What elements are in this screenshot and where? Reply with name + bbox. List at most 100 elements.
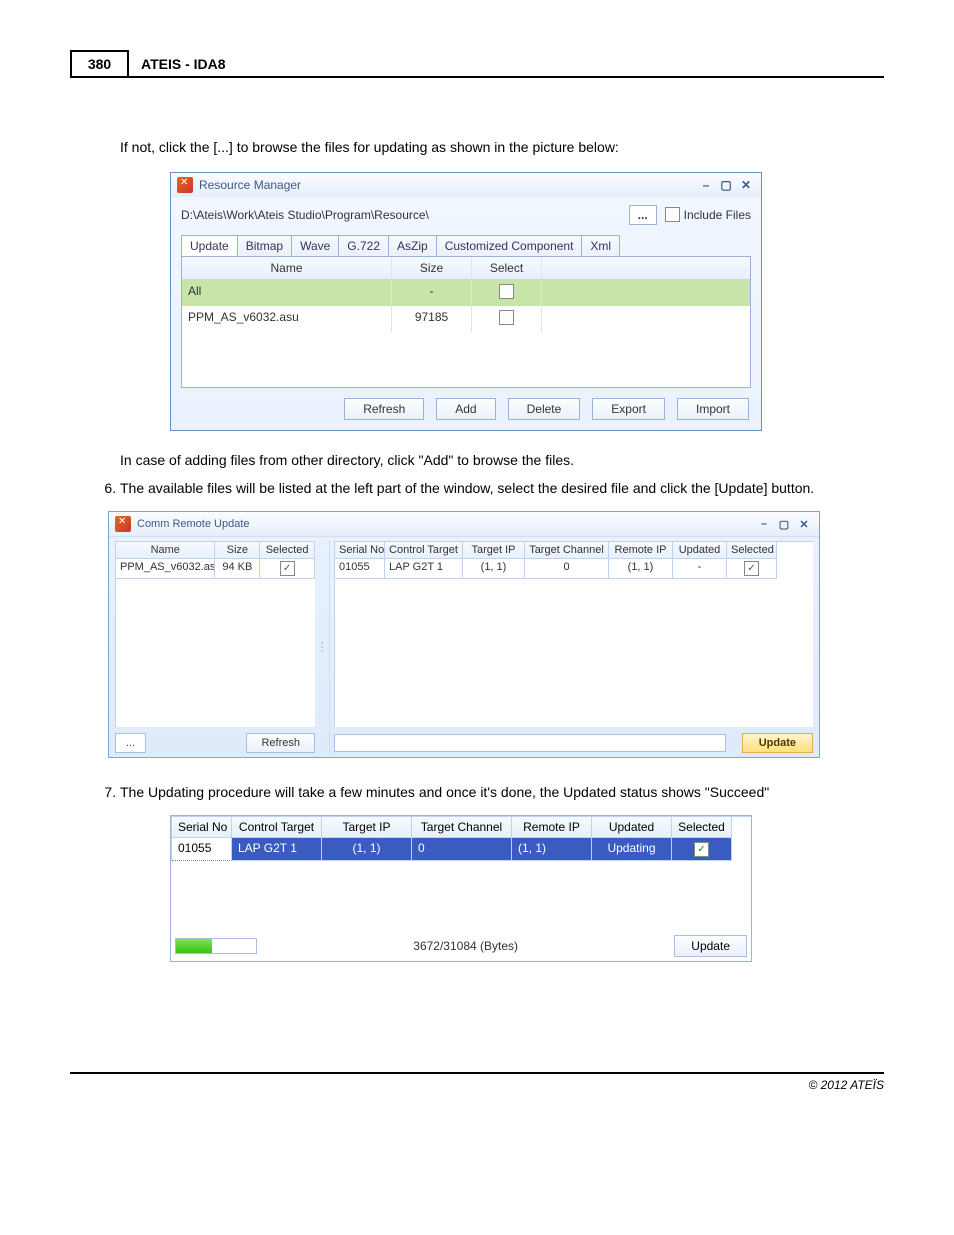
paragraph-intro: If not, click the [...] to browse the fi… bbox=[120, 138, 864, 158]
cell-updated: - bbox=[673, 559, 727, 579]
page-footer: © 2012 ATEÏS bbox=[70, 1072, 884, 1092]
right-grid: Serial No Control Target Target IP Targe… bbox=[334, 541, 813, 727]
tab-xml[interactable]: Xml bbox=[581, 235, 620, 256]
cell-select[interactable] bbox=[472, 306, 542, 332]
checkbox-checked-icon[interactable]: ✓ bbox=[694, 842, 709, 857]
progress-bytes: 3672/31084 (Bytes) bbox=[265, 939, 666, 953]
col-name: Name bbox=[182, 257, 392, 279]
progress-bar bbox=[175, 938, 257, 954]
cell-remote-ip: (1, 1) bbox=[609, 559, 673, 579]
progress-fill bbox=[176, 939, 212, 953]
delete-button[interactable]: Delete bbox=[508, 398, 581, 420]
col-select: Select bbox=[472, 257, 542, 279]
cell-serial: 01055 bbox=[172, 838, 232, 861]
checkbox-icon[interactable] bbox=[499, 284, 514, 299]
col-selected: Selected bbox=[260, 542, 315, 559]
update-button[interactable]: Update bbox=[674, 935, 747, 957]
cell-name: All bbox=[182, 280, 392, 306]
col-control-target: Control Target bbox=[232, 817, 322, 838]
minimize-button[interactable]: – bbox=[755, 518, 773, 530]
app-icon bbox=[177, 177, 193, 193]
add-button[interactable]: Add bbox=[436, 398, 495, 420]
grid-row[interactable]: PPM_AS_v6032.asu 97185 bbox=[182, 306, 750, 332]
cell-select[interactable] bbox=[472, 280, 542, 306]
col-target-channel: Target Channel bbox=[525, 542, 609, 559]
col-serial: Serial No bbox=[172, 817, 232, 838]
tab-customized-component[interactable]: Customized Component bbox=[436, 235, 583, 256]
cell-name: PPM_AS_v6032.asu bbox=[182, 306, 392, 332]
left-row[interactable]: PPM_AS_v6032.asu 94 KB ✓ bbox=[116, 559, 315, 579]
include-files-label: Include Files bbox=[684, 208, 751, 222]
right-row[interactable]: 01055 LAP G2T 1 (1, 1) 0 (1, 1) - ✓ bbox=[335, 559, 813, 579]
tabs: Update Bitmap Wave G.722 AsZip Customize… bbox=[181, 235, 751, 256]
resource-manager-window: Resource Manager – ▢ ✕ D:\Ateis\Work\Ate… bbox=[170, 172, 762, 431]
close-button[interactable]: ✕ bbox=[795, 518, 813, 531]
checkbox-checked-icon[interactable]: ✓ bbox=[744, 561, 759, 576]
maximize-button[interactable]: ▢ bbox=[717, 178, 735, 192]
page-header: 380 ATEIS - IDA8 bbox=[70, 50, 884, 78]
col-target-ip: Target IP bbox=[322, 817, 412, 838]
tab-wave[interactable]: Wave bbox=[291, 235, 339, 256]
cell-updated-status: Updating bbox=[592, 838, 672, 861]
cell-size: 97185 bbox=[392, 306, 472, 332]
left-grid: Name Size Selected PPM_AS_v6032.asu 94 K… bbox=[115, 541, 315, 727]
cell-size: 94 KB bbox=[215, 559, 260, 579]
col-updated: Updated bbox=[673, 542, 727, 559]
tab-update[interactable]: Update bbox=[181, 235, 238, 256]
grid-header: Name Size Select bbox=[182, 257, 750, 280]
minimize-button[interactable]: – bbox=[697, 178, 715, 192]
resource-path: D:\Ateis\Work\Ateis Studio\Program\Resou… bbox=[181, 208, 621, 222]
grid-row-all[interactable]: All - bbox=[182, 280, 750, 306]
include-files-checkbox[interactable] bbox=[665, 207, 680, 222]
col-target-ip: Target IP bbox=[463, 542, 525, 559]
tab-bitmap[interactable]: Bitmap bbox=[237, 235, 292, 256]
cell-selected[interactable]: ✓ bbox=[727, 559, 777, 579]
maximize-button[interactable]: ▢ bbox=[775, 518, 793, 531]
browse-button[interactable]: ... bbox=[629, 205, 657, 225]
col-remote-ip: Remote IP bbox=[512, 817, 592, 838]
close-button[interactable]: ✕ bbox=[737, 178, 755, 192]
export-button[interactable]: Export bbox=[592, 398, 665, 420]
list-item-6: The available files will be listed at th… bbox=[120, 478, 884, 499]
col-remote-ip: Remote IP bbox=[609, 542, 673, 559]
paragraph-add-note: In case of adding files from other direc… bbox=[120, 451, 864, 471]
cell-selected[interactable]: ✓ bbox=[672, 838, 732, 861]
page-number: 380 bbox=[70, 50, 129, 76]
checkbox-checked-icon[interactable]: ✓ bbox=[280, 561, 295, 576]
cell-target-ip: (1, 1) bbox=[322, 838, 412, 861]
resource-grid: Name Size Select All - PPM_AS_v6032.asu … bbox=[181, 256, 751, 388]
status-row[interactable]: 01055 LAP G2T 1 (1, 1) 0 (1, 1) Updating… bbox=[172, 838, 751, 861]
col-control-target: Control Target bbox=[385, 542, 463, 559]
progress-bar bbox=[334, 734, 726, 752]
cell-selected[interactable]: ✓ bbox=[260, 559, 315, 579]
cell-target-ip: (1, 1) bbox=[463, 559, 525, 579]
col-size: Size bbox=[215, 542, 260, 559]
update-button[interactable]: Update bbox=[742, 733, 813, 753]
tab-g722[interactable]: G.722 bbox=[338, 235, 389, 256]
header-title: ATEIS - IDA8 bbox=[129, 50, 884, 76]
tab-aszip[interactable]: AsZip bbox=[388, 235, 437, 256]
titlebar: Resource Manager – ▢ ✕ bbox=[171, 173, 761, 197]
col-updated: Updated bbox=[592, 817, 672, 838]
cell-target-channel: 0 bbox=[412, 838, 512, 861]
col-serial: Serial No bbox=[335, 542, 385, 559]
left-pane: Name Size Selected PPM_AS_v6032.asu 94 K… bbox=[115, 541, 315, 753]
cell-name: PPM_AS_v6032.asu bbox=[116, 559, 215, 579]
col-target-channel: Target Channel bbox=[412, 817, 512, 838]
include-files-option[interactable]: Include Files bbox=[665, 207, 751, 222]
button-row: Refresh Add Delete Export Import bbox=[171, 388, 761, 430]
checkbox-icon[interactable] bbox=[499, 310, 514, 325]
cell-remote-ip: (1, 1) bbox=[512, 838, 592, 861]
window-title: Resource Manager bbox=[199, 178, 695, 192]
refresh-button[interactable]: Refresh bbox=[344, 398, 424, 420]
import-button[interactable]: Import bbox=[677, 398, 749, 420]
updating-status-panel: Serial No Control Target Target IP Targe… bbox=[170, 815, 752, 962]
titlebar: Comm Remote Update – ▢ ✕ bbox=[109, 512, 819, 537]
cell-serial: 01055 bbox=[335, 559, 385, 579]
splitter[interactable] bbox=[319, 541, 325, 753]
col-size: Size bbox=[392, 257, 472, 279]
cell-control-target: LAP G2T 1 bbox=[385, 559, 463, 579]
browse-ellipsis-button[interactable]: ... bbox=[115, 733, 146, 753]
window-title: Comm Remote Update bbox=[137, 518, 753, 530]
refresh-button[interactable]: Refresh bbox=[246, 733, 315, 753]
